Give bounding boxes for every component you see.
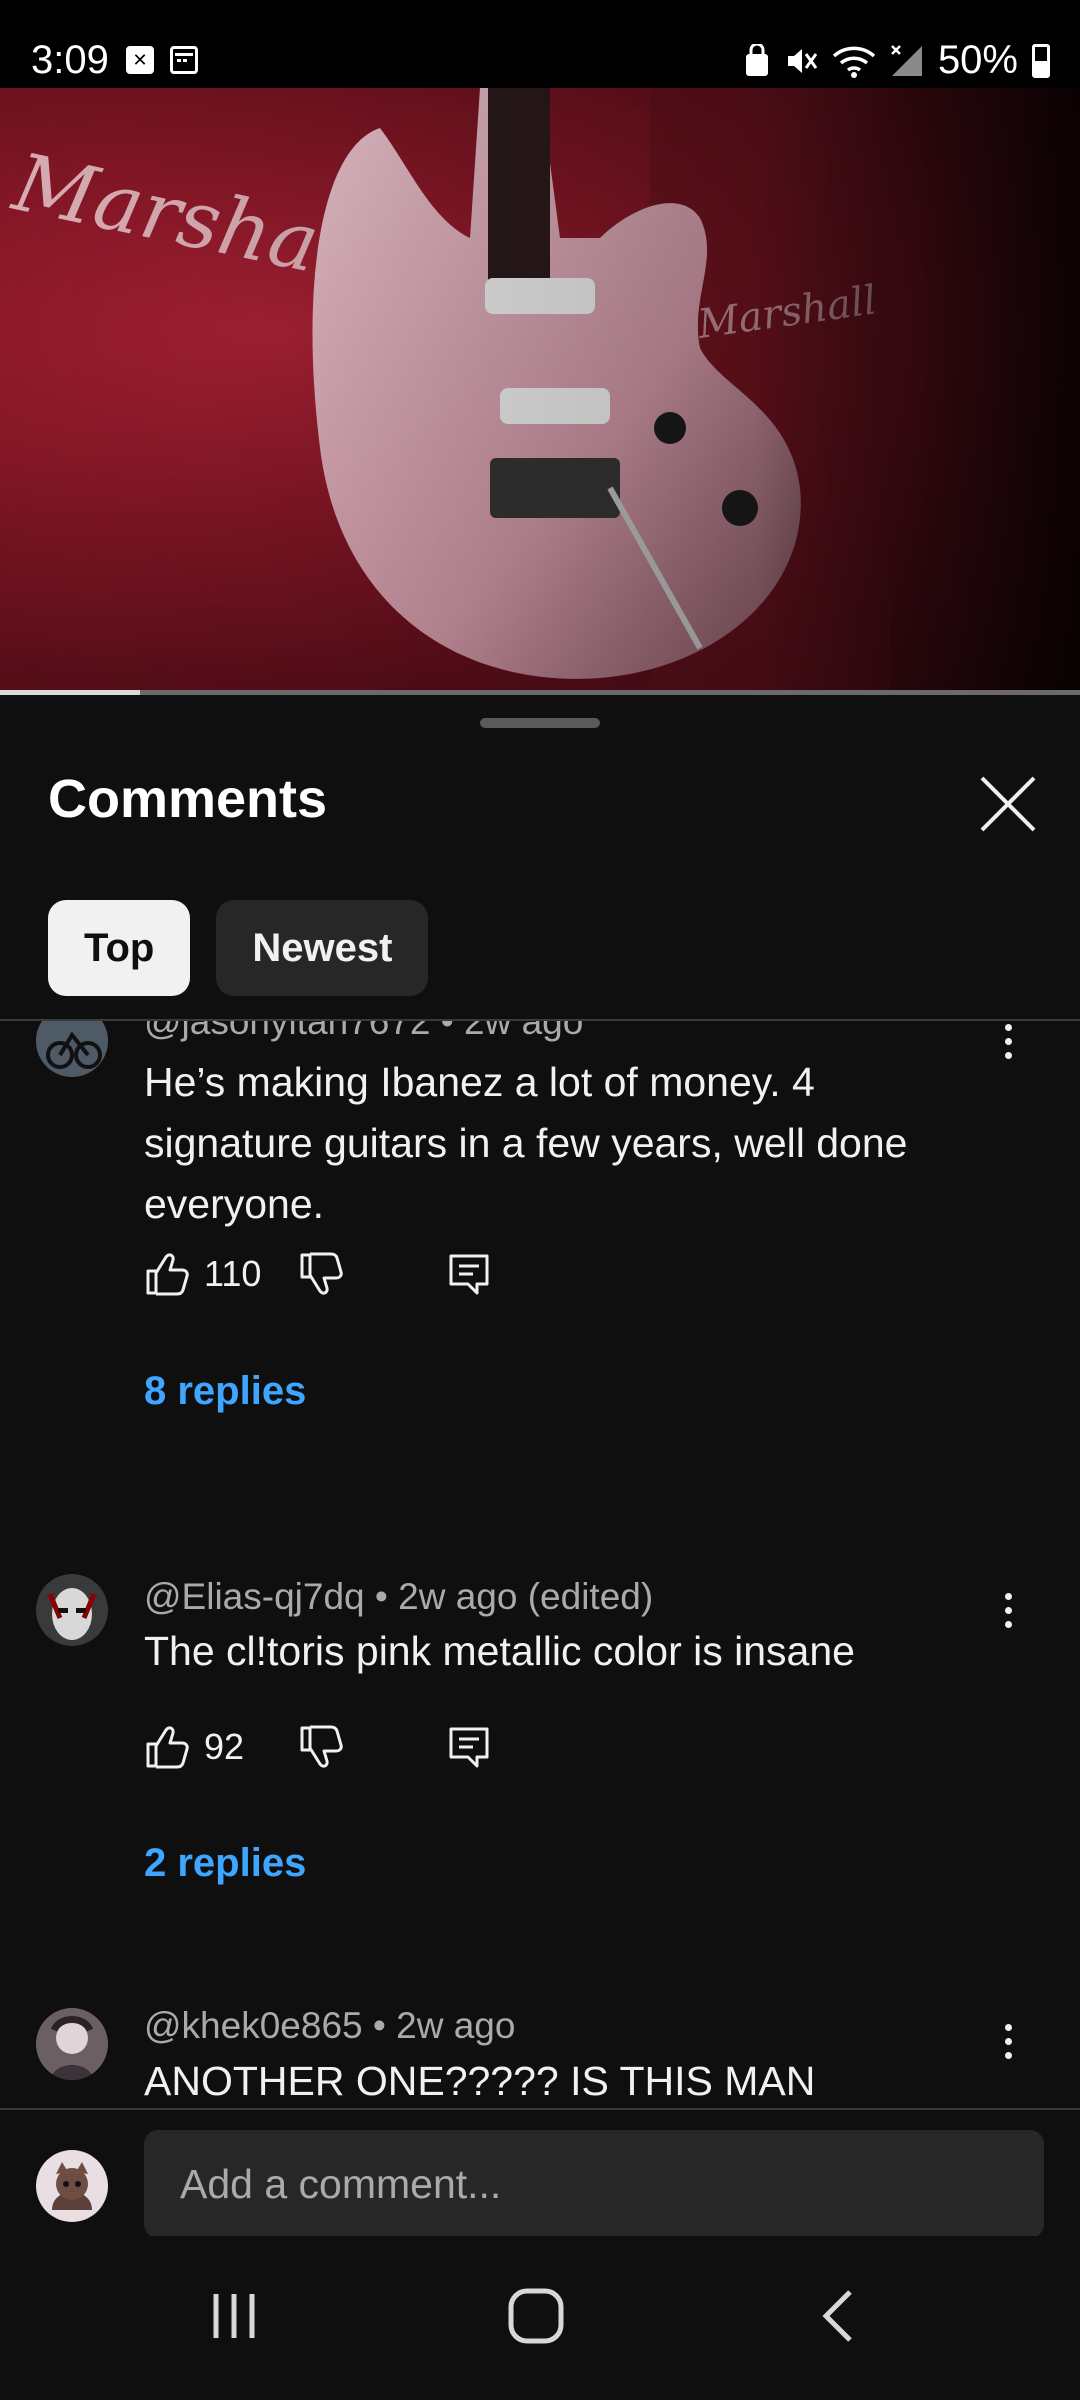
video-player[interactable]: Marshall Marshall	[0, 88, 1080, 694]
comment-input-bar	[0, 2108, 1080, 2238]
comments-list[interactable]: @jasonyitan7672 • 2w ago He’s making Iba…	[0, 1021, 1080, 2106]
close-icon	[980, 776, 1036, 832]
like-icon[interactable]	[144, 1724, 190, 1770]
recent-apps-button[interactable]	[174, 2276, 294, 2356]
battery-percentage: 50%	[937, 38, 1018, 82]
comment-input[interactable]	[144, 2130, 1044, 2238]
status-notification-icons: ✕	[126, 46, 198, 74]
status-time: 3:09	[31, 38, 109, 82]
drag-handle[interactable]	[480, 718, 600, 728]
home-icon	[508, 2288, 564, 2344]
comment-text: He’s making Ibanez a lot of money. 4 sig…	[144, 1059, 908, 1227]
system-nav-bar	[0, 2236, 1080, 2400]
status-bar: 3:09 ✕ 50%	[0, 0, 1080, 88]
avatar[interactable]	[36, 1021, 108, 1077]
replies-link[interactable]: 8 replies	[144, 1369, 306, 1414]
reply-icon[interactable]	[446, 1251, 492, 1297]
avatar[interactable]	[36, 1574, 108, 1646]
lock-icon	[745, 43, 768, 76]
comment-more-button[interactable]	[990, 1580, 1026, 1640]
comment-author-meta[interactable]: @khek0e865 • 2w ago	[144, 2005, 515, 2047]
comment-text: The cl!toris pink metallic color is insa…	[144, 1628, 855, 1674]
comment-actions: 92	[144, 1722, 492, 1772]
comment-text: ANOTHER ONE????? IS THIS MAN	[144, 2058, 816, 2104]
calendar-icon	[170, 46, 198, 74]
video-progress-fill	[0, 690, 141, 695]
mute-icon	[787, 48, 818, 73]
user-avatar[interactable]	[36, 2150, 108, 2222]
like-icon[interactable]	[144, 1251, 190, 1297]
home-button[interactable]	[476, 2276, 596, 2356]
reply-icon[interactable]	[446, 1724, 492, 1770]
x-box-icon: ✕	[126, 46, 154, 74]
signal-icon	[891, 44, 922, 76]
sort-chips: Top Newest	[48, 900, 429, 996]
sheet-title: Comments	[48, 769, 328, 829]
video-progress-bar[interactable]	[0, 690, 1080, 695]
like-count: 110	[204, 1253, 262, 1294]
replies-link[interactable]: 2 replies	[144, 1841, 306, 1886]
comment-more-button[interactable]	[990, 2011, 1026, 2071]
recent-apps-icon	[213, 2294, 255, 2338]
wifi-icon	[832, 46, 876, 78]
status-system-icons: 50%	[744, 38, 1050, 83]
dislike-icon[interactable]	[298, 1251, 344, 1297]
like-count: 92	[204, 1726, 245, 1767]
video-thumbnail-image: Marshall Marshall	[0, 88, 1080, 694]
avatar[interactable]	[36, 2008, 108, 2080]
close-button[interactable]	[974, 770, 1042, 838]
battery-icon	[1032, 43, 1050, 78]
comment-author-meta[interactable]: @jasonyitan7672 • 2w ago	[144, 1021, 583, 1043]
comment-more-button[interactable]	[990, 1021, 1026, 1071]
back-icon	[822, 2290, 852, 2342]
dislike-icon[interactable]	[298, 1724, 344, 1770]
back-button[interactable]	[780, 2276, 900, 2356]
chip-newest[interactable]: Newest	[216, 900, 429, 996]
chip-top[interactable]: Top	[48, 900, 191, 996]
comment-actions: 110	[144, 1249, 492, 1299]
comment-author-meta[interactable]: @Elias-qj7dq • 2w ago (edited)	[144, 1576, 653, 1618]
